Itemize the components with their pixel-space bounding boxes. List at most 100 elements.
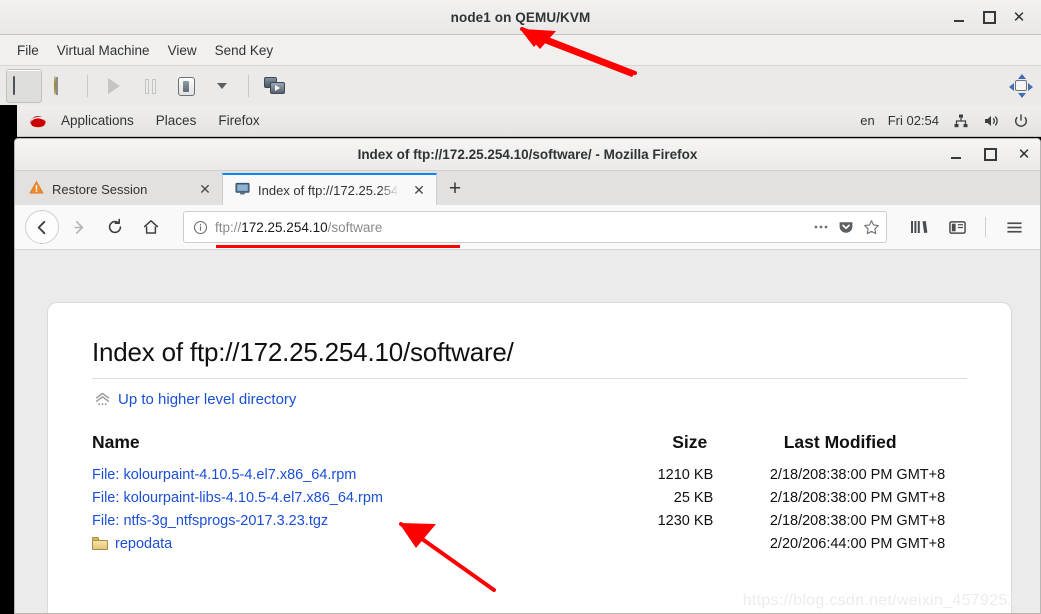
vm-menu-virtual-machine[interactable]: Virtual Machine: [48, 40, 159, 61]
file-time-cell: 8:38:00 PM GMT+8: [818, 512, 946, 529]
vm-maximize-button[interactable]: [981, 9, 997, 25]
star-icon[interactable]: [863, 219, 880, 236]
file-name-cell[interactable]: File: kolourpaint-libs-4.10.5-4.el7.x86_…: [92, 486, 600, 509]
pause-icon: [144, 78, 156, 94]
file-name-cell[interactable]: File: kolourpaint-4.10.5-4.el7.x86_64.rp…: [92, 463, 600, 486]
file-link[interactable]: kolourpaint-libs-4.10.5-4.el7.x86_64.rpm: [123, 490, 383, 506]
chevron-down-icon: [217, 83, 227, 89]
firefox-window-controls: ✕: [948, 139, 1032, 170]
file-prefix: File:: [92, 466, 120, 483]
column-header-size[interactable]: Size: [600, 432, 714, 463]
ntfs-3g-file-link[interactable]: ntfs-3g_ntfsprogs-2017.3.23.tgz: [123, 513, 328, 529]
directory-size-cell: [600, 532, 714, 555]
volume-icon[interactable]: [982, 112, 999, 129]
gnome-menu-places[interactable]: Places: [146, 109, 207, 132]
gnome-panel-left: Applications Places Firefox: [17, 109, 270, 132]
tab-restore-session-close[interactable]: ✕: [197, 181, 213, 198]
guest-display-area[interactable]: Applications Places Firefox en Fri 02:54: [0, 105, 1041, 614]
forward-arrow-icon: [73, 220, 83, 234]
vm-menu-send-key[interactable]: Send Key: [206, 40, 283, 61]
url-bar-actions: [807, 219, 880, 236]
up-directory-link[interactable]: Up to higher level directory: [118, 391, 296, 408]
vm-menubar: File Virtual Machine View Send Key: [0, 35, 1041, 66]
redhat-logo-icon: [27, 110, 49, 132]
table-row[interactable]: repodata 2/20/20 6:44:00 PM GMT+8: [92, 532, 967, 555]
tab-restore-session[interactable]: Restore Session ✕: [17, 173, 222, 205]
hamburger-menu-icon[interactable]: [998, 211, 1030, 243]
pause-vm-button[interactable]: [133, 70, 167, 102]
take-screenshot-button[interactable]: [258, 70, 292, 102]
vm-window-title: node1 on QEMU/KVM: [450, 9, 591, 25]
column-header-last-modified[interactable]: Last Modified: [713, 432, 967, 463]
home-icon: [143, 220, 159, 234]
url-host: 172.25.254.10: [241, 219, 328, 235]
vm-titlebar: node1 on QEMU/KVM ✕: [0, 0, 1041, 35]
power-menu-icon[interactable]: [1012, 112, 1029, 129]
file-name-cell[interactable]: File: ntfs-3g_ntfsprogs-2017.3.23.tgz: [92, 509, 600, 532]
file-link[interactable]: kolourpaint-4.10.5-4.el7.x86_64.rpm: [123, 467, 356, 483]
panel-clock[interactable]: Fri 02:54: [888, 113, 939, 128]
monitor-favicon-icon: [235, 181, 250, 199]
show-hardware-details-button[interactable]: [44, 70, 78, 102]
file-size-cell: 1230 KB: [657, 512, 714, 529]
file-size-cell: 1210 KB: [657, 466, 714, 483]
firefox-maximize-button[interactable]: [982, 147, 998, 163]
home-button[interactable]: [135, 211, 167, 243]
toggle-fullscreen-button[interactable]: [1005, 70, 1037, 102]
back-arrow-icon: [37, 220, 45, 234]
ellipsis-icon[interactable]: [813, 219, 829, 235]
gnome-top-panel: Applications Places Firefox en Fri 02:54: [17, 105, 1041, 137]
url-bar[interactable]: ftp://172.25.254.10/software: [183, 211, 887, 248]
firefox-window-title: Index of ftp://172.25.254.10/software/ -…: [357, 147, 698, 162]
gnome-menu-firefox[interactable]: Firefox: [208, 109, 269, 132]
table-header-row: Name Size Last Modified: [92, 432, 967, 463]
monitor-icon: [13, 76, 35, 95]
table-row[interactable]: File: kolourpaint-4.10.5-4.el7.x86_64.rp…: [92, 463, 967, 486]
reload-button[interactable]: [99, 211, 131, 243]
shutdown-vm-button[interactable]: [169, 70, 203, 102]
table-body: File: kolourpaint-4.10.5-4.el7.x86_64.rp…: [92, 463, 967, 555]
tab-ftp-index-close[interactable]: ✕: [411, 182, 427, 199]
run-vm-button[interactable]: [97, 70, 131, 102]
sidebar-icon[interactable]: [941, 211, 973, 243]
file-time-cell: 8:38:00 PM GMT+8: [818, 489, 946, 506]
file-date-cell: 2/18/20: [769, 512, 819, 529]
vm-menu-view[interactable]: View: [159, 40, 206, 61]
new-tab-button[interactable]: +: [437, 173, 473, 205]
directory-link[interactable]: repodata: [115, 536, 172, 552]
table-row[interactable]: File: ntfs-3g_ntfsprogs-2017.3.23.tgz 12…: [92, 509, 967, 532]
file-prefix: File:: [92, 489, 120, 506]
info-circle-icon[interactable]: [193, 220, 208, 235]
console-screens-icon: [264, 76, 286, 96]
column-header-name[interactable]: Name: [92, 432, 600, 463]
file-prefix: File:: [92, 512, 120, 529]
gnome-menu-applications[interactable]: Applications: [51, 109, 144, 132]
directory-name-cell[interactable]: repodata: [92, 532, 600, 555]
gnome-panel-right: en Fri 02:54: [860, 112, 1041, 129]
pocket-icon[interactable]: [838, 219, 854, 235]
up-directory-row[interactable]: Up to higher level directory: [94, 391, 967, 408]
firefox-window: Index of ftp://172.25.254.10/software/ -…: [14, 138, 1041, 614]
file-time-cell: 8:38:00 PM GMT+8: [818, 466, 946, 483]
shutdown-options-button[interactable]: [205, 70, 239, 102]
virt-manager-window: node1 on QEMU/KVM ✕ File Virtual Machine…: [0, 0, 1041, 614]
folder-icon: [92, 537, 108, 550]
firefox-minimize-button[interactable]: [948, 147, 964, 163]
vm-close-button[interactable]: ✕: [1011, 9, 1027, 25]
show-console-button[interactable]: [6, 69, 42, 103]
firefox-titlebar: Index of ftp://172.25.254.10/software/ -…: [15, 139, 1040, 171]
url-bar-input[interactable]: ftp://172.25.254.10/software: [215, 220, 807, 235]
tab-restore-session-label: Restore Session: [52, 181, 148, 197]
network-icon[interactable]: [952, 112, 969, 129]
vm-toolbar: [0, 66, 1041, 107]
library-icon[interactable]: [903, 211, 935, 243]
back-button[interactable]: [25, 210, 59, 244]
vm-menu-file[interactable]: File: [8, 40, 48, 61]
directory-date-cell: 2/20/20: [769, 535, 819, 552]
table-row[interactable]: File: kolourpaint-libs-4.10.5-4.el7.x86_…: [92, 486, 967, 509]
firefox-close-button[interactable]: ✕: [1016, 147, 1032, 163]
keyboard-layout-indicator[interactable]: en: [860, 113, 874, 128]
vm-minimize-button[interactable]: [951, 9, 967, 25]
forward-button[interactable]: [63, 211, 95, 243]
tab-ftp-index[interactable]: Index of ftp://172.25.254. ✕: [222, 173, 437, 205]
